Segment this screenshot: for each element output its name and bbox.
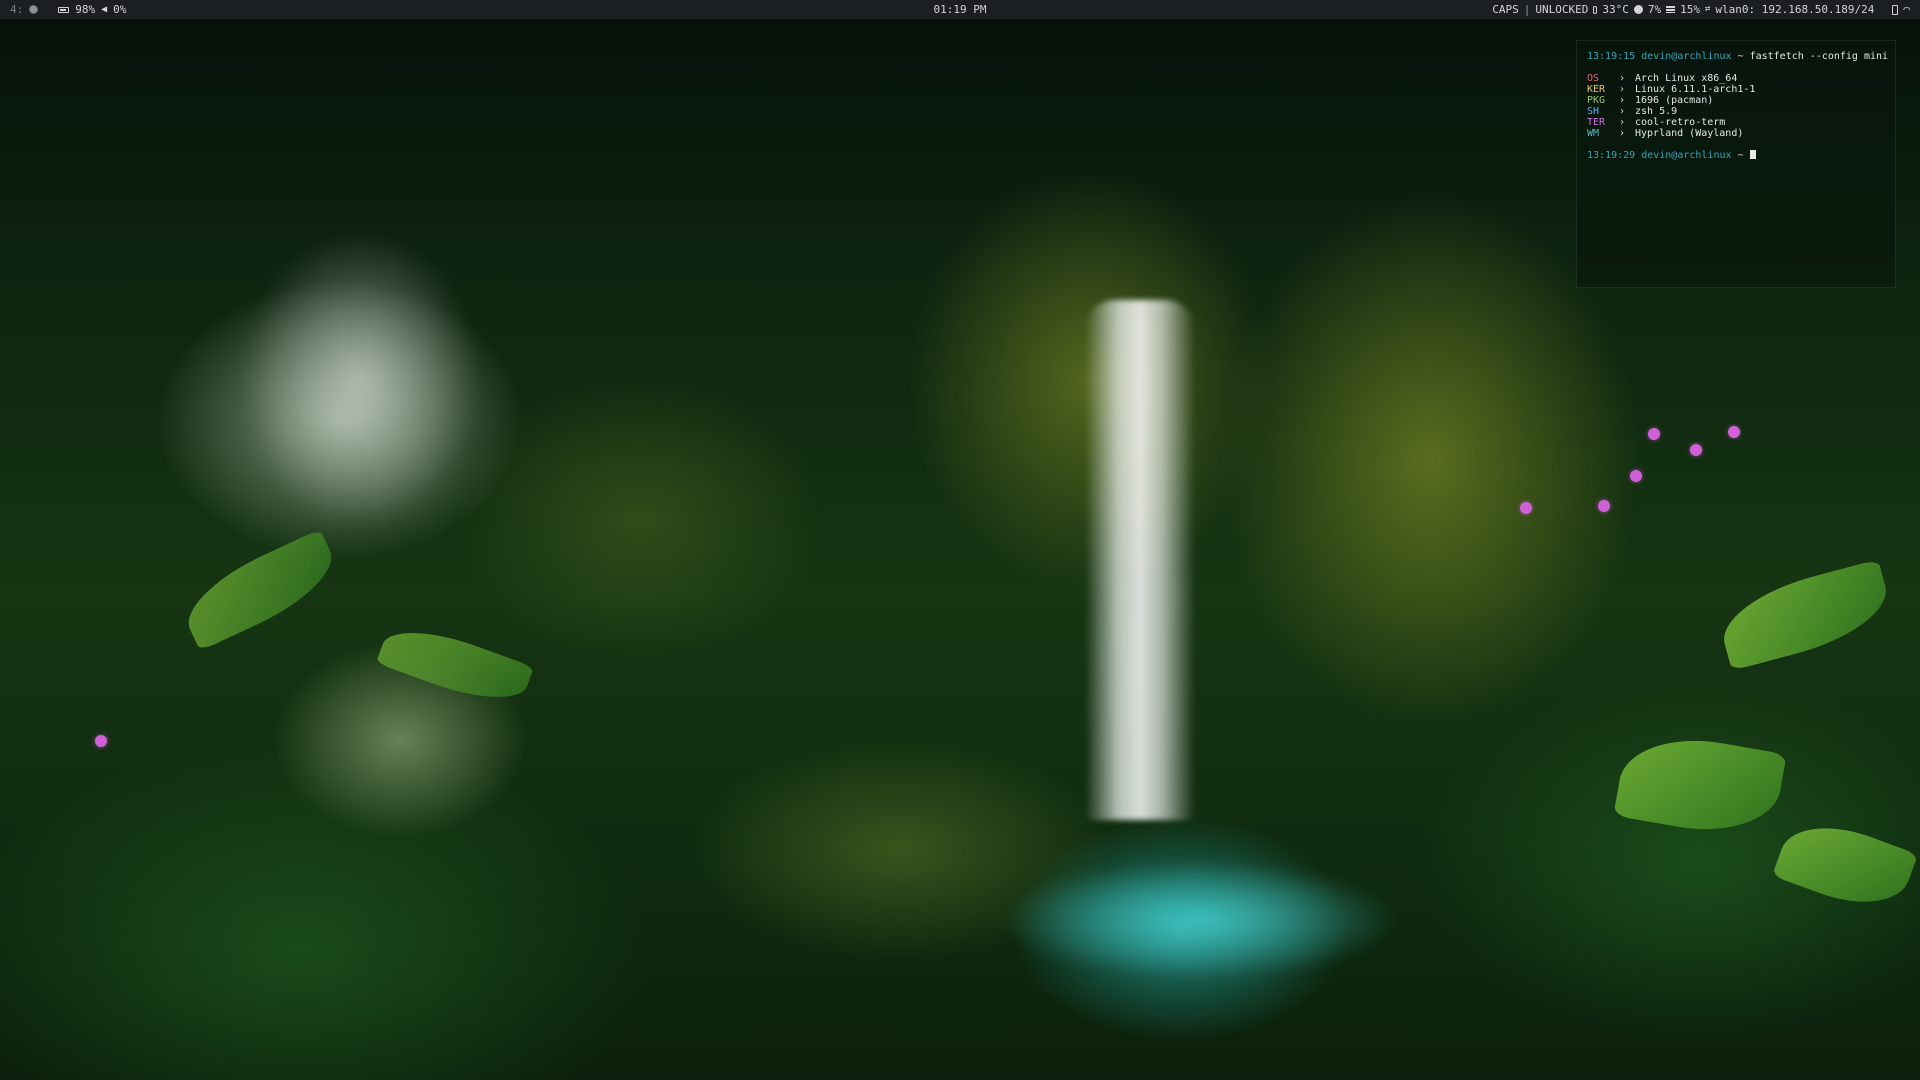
prompt-cwd: ~ — [1731, 150, 1750, 161]
memory-icon — [1666, 6, 1676, 13]
network-icon: ⇄ — [1705, 4, 1711, 14]
fastfetch-key: WM — [1587, 128, 1600, 139]
volume-level[interactable]: 0% — [113, 0, 126, 19]
fastfetch-value: Hyprland (Wayland) — [1635, 128, 1744, 139]
flower — [95, 735, 107, 747]
fastfetch-row: TER › cool-retro-term — [1587, 117, 1885, 128]
fern-leaf — [375, 615, 535, 715]
prompt-user-host: devin@archlinux — [1641, 150, 1732, 161]
workspace-dot-icon[interactable] — [29, 5, 39, 14]
fastfetch-row: SH › zsh 5.9 — [1587, 106, 1885, 117]
fastfetch-value: Linux 6.11.1-arch1-1 — [1635, 84, 1756, 95]
separator: | — [1523, 3, 1531, 16]
fastfetch-value: zsh 5.9 — [1635, 106, 1678, 117]
cpu-usage: 7% — [1647, 3, 1662, 16]
fastfetch-key: SH — [1587, 106, 1600, 117]
foreground-leaf — [1713, 559, 1897, 671]
prompt-user-host: devin@archlinux — [1641, 51, 1732, 62]
fastfetch-row: OS › Arch Linux x86_64 — [1587, 73, 1885, 84]
fastfetch-arrow: › — [1619, 95, 1626, 106]
lock-state: UNLOCKED — [1535, 3, 1589, 16]
fastfetch-key: KER — [1587, 84, 1606, 95]
prompt-command: fastfetch --config mini — [1749, 51, 1889, 62]
fastfetch-row: PKG › 1696 (pacman) — [1587, 95, 1885, 106]
fastfetch-arrow: › — [1619, 73, 1626, 84]
fastfetch-arrow: › — [1619, 84, 1626, 95]
prompt-line: 13:19:15 devin@archlinux ~ fastfetch --c… — [1587, 51, 1889, 62]
speaker-icon[interactable]: ◀ — [101, 0, 107, 19]
flower — [1648, 428, 1660, 440]
fastfetch-arrow: › — [1619, 117, 1626, 128]
fastfetch-row: WM › Hyprland (Wayland) — [1587, 128, 1885, 139]
battery-icon — [58, 6, 70, 13]
flower — [1630, 470, 1642, 482]
prompt-cwd: ~ — [1731, 51, 1750, 62]
prompt-time: 13:19:15 — [1587, 51, 1636, 62]
caps-indicator: CAPS — [1492, 3, 1519, 16]
terminal-window[interactable]: 13:19:15 devin@archlinux ~ fastfetch --c… — [1576, 40, 1896, 288]
workspace-label[interactable]: 4: — [10, 0, 23, 19]
memory-usage: 15% — [1680, 3, 1700, 16]
flower — [1598, 500, 1610, 512]
network-address[interactable]: wlan0: 192.168.50.189/24 — [1715, 0, 1874, 19]
water-pool — [1000, 860, 1400, 980]
fastfetch-value: 1696 (pacman) — [1635, 95, 1714, 106]
fastfetch-row: KER › Linux 6.11.1-arch1-1 — [1587, 84, 1885, 95]
text-cursor — [1749, 150, 1756, 159]
phone-icon[interactable] — [1892, 4, 1899, 15]
fastfetch-value: Arch Linux x86_64 — [1635, 73, 1738, 84]
top-status-bar: 4: 98% ◀ 0% 01:19 PM CAPS | UNLOCKED 33°… — [0, 0, 1920, 19]
flower — [1520, 502, 1532, 514]
foreground-leaf — [1771, 809, 1919, 921]
fastfetch-arrow: › — [1619, 128, 1626, 139]
fastfetch-key: TER — [1587, 117, 1606, 128]
temperature-value: 33°C — [1602, 3, 1629, 16]
prompt-time: 13:19:29 — [1587, 150, 1636, 161]
clock[interactable]: 01:19 PM — [900, 0, 1020, 19]
bar-left-section: 4: 98% ◀ 0% — [10, 0, 126, 19]
cpu-icon — [1633, 5, 1643, 14]
thermometer-icon — [1593, 5, 1598, 14]
wifi-icon[interactable]: ◠ — [1903, 0, 1910, 19]
mist-glow — [240, 230, 480, 530]
fastfetch-key: OS — [1587, 73, 1600, 84]
waterfall — [1085, 300, 1195, 820]
battery-level: 98% — [75, 3, 96, 16]
fastfetch-arrow: › — [1619, 106, 1626, 117]
foreground-leaf — [1613, 726, 1787, 844]
bar-right-section: CAPS | UNLOCKED 33°C 7% 15% ⇄ wlan0: 192… — [1492, 0, 1910, 19]
flower — [1690, 444, 1702, 456]
fastfetch-value: cool-retro-term — [1635, 117, 1726, 128]
flower — [1728, 426, 1740, 438]
fern-leaf — [174, 529, 346, 651]
fastfetch-key: PKG — [1587, 95, 1606, 106]
prompt-line[interactable]: 13:19:29 devin@archlinux ~ — [1587, 150, 1885, 161]
